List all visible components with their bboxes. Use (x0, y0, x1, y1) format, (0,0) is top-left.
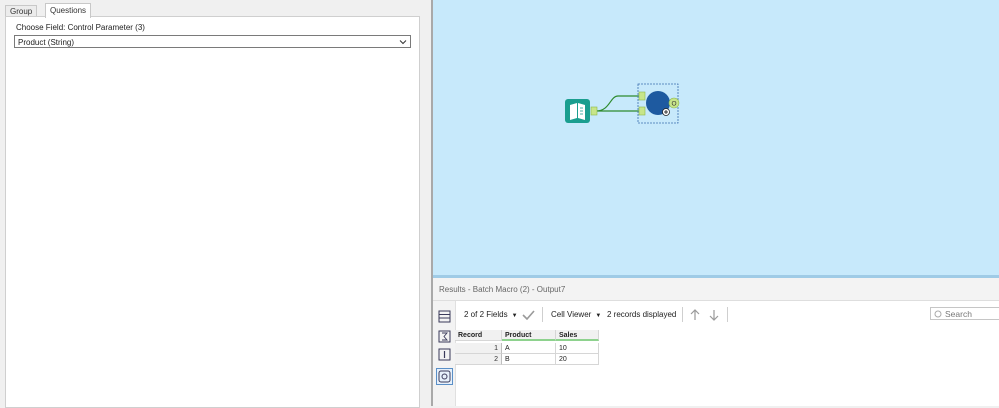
results-toolbar: 2 of 2 Fields ▼ Cell Viewer ▼ 2 records di… (455, 301, 999, 327)
workflow-canvas[interactable]: O (433, 0, 999, 277)
column-info-icon[interactable] (438, 348, 451, 361)
workflow-graph: O (565, 83, 680, 124)
table-cell[interactable]: B (502, 354, 556, 365)
search-icon (934, 310, 942, 318)
batch-macro-tool[interactable]: O (637, 83, 680, 124)
table-row-record: 2 (455, 354, 502, 365)
tab-questions[interactable]: Questions (45, 3, 92, 18)
choose-field-dropdown[interactable]: Product (String) (14, 35, 411, 48)
metadata-icon[interactable] (438, 330, 451, 343)
arrow-down-icon[interactable] (708, 309, 720, 321)
results-title: Results - Batch Macro (2) - Output7 (439, 285, 566, 294)
arrow-up-icon[interactable] (689, 309, 701, 321)
table-row-record: 1 (455, 343, 502, 354)
table-cell[interactable]: 10 (556, 343, 599, 354)
connection-line-upper (595, 95, 639, 112)
input-anchor-upper (638, 91, 646, 101)
results-window: Results - Batch Macro (2) - Output7 2 of… (433, 278, 999, 406)
results-header: Results - Batch Macro (2) - Output7 (433, 278, 999, 301)
profile-tab-selected[interactable] (436, 368, 453, 385)
toolbar-separator (682, 307, 683, 322)
output-anchor (590, 106, 598, 116)
text-input-tool[interactable] (565, 99, 598, 123)
dropdown-selected-value: Product (String) (18, 38, 75, 47)
table-cell[interactable]: A (502, 343, 556, 354)
choose-field-label: Choose Field: Control Parameter (3) (16, 23, 145, 32)
records-count: 2 records displayed (607, 310, 677, 319)
column-header-product[interactable]: Product (502, 330, 556, 341)
table-cell[interactable]: 20 (556, 354, 599, 365)
toolbar-separator (542, 307, 543, 322)
fields-selector[interactable]: 2 of 2 Fields ▼ (464, 310, 518, 319)
toolbar-separator (727, 307, 728, 322)
apply-checkmark-icon[interactable] (522, 310, 535, 320)
column-header-record[interactable]: Record (455, 330, 502, 341)
results-side-rail (433, 301, 456, 406)
chevron-down-icon (399, 40, 407, 45)
search-placeholder: Search (945, 309, 972, 319)
profile-icon (438, 370, 451, 383)
output-anchor-label: O (671, 101, 676, 108)
caret-down-icon: ▼ (511, 313, 518, 319)
data-view-icon[interactable] (438, 310, 451, 323)
column-header-sales[interactable]: Sales (556, 330, 599, 341)
caret-down-icon: ▼ (595, 313, 602, 319)
search-input[interactable]: Search (930, 307, 999, 320)
input-anchor-lower (638, 106, 646, 116)
questions-tab-body: Choose Field: Control Parameter (3) Prod… (5, 16, 420, 408)
configuration-panel: Group By Questions Choose Field: Control… (0, 0, 431, 408)
cell-viewer-selector[interactable]: Cell Viewer ▼ (551, 310, 601, 319)
